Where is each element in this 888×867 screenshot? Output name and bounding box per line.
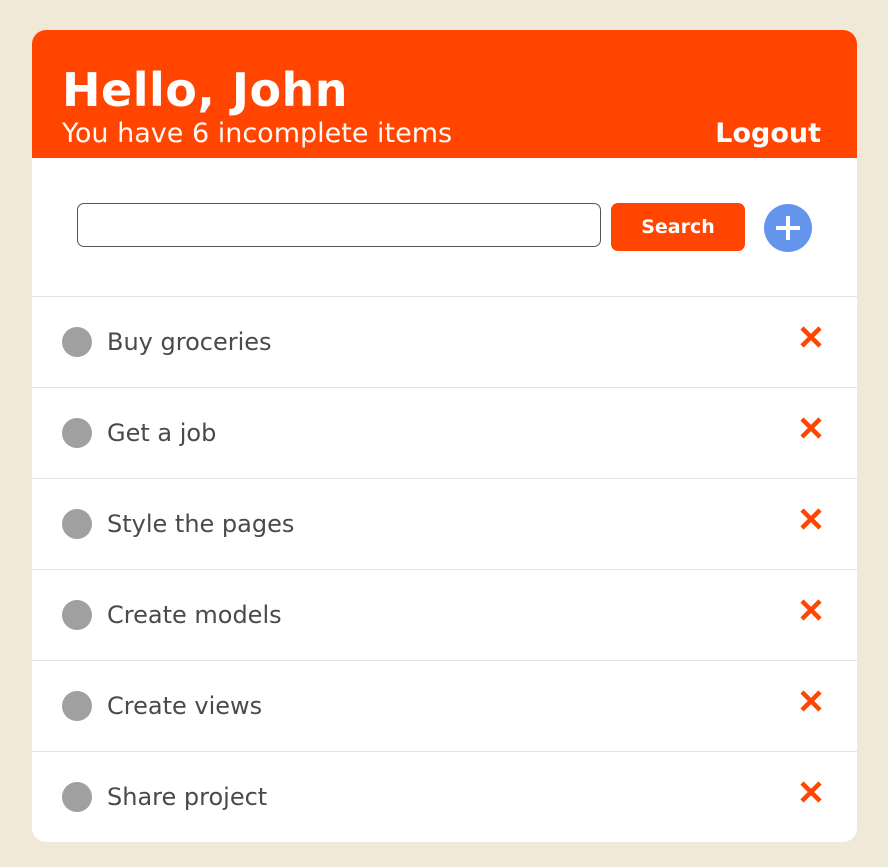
delete-x-icon[interactable]: [799, 507, 823, 531]
todo-label: Style the pages: [107, 510, 295, 538]
circle-icon[interactable]: [62, 782, 92, 812]
todo-item: Create models: [32, 570, 857, 661]
search-button[interactable]: Search: [611, 203, 745, 251]
delete-x-icon[interactable]: [799, 780, 823, 804]
todo-list: Buy groceries Get a job Style the pages …: [32, 297, 857, 842]
todo-item: Create views: [32, 661, 857, 752]
delete-x-icon[interactable]: [799, 689, 823, 713]
circle-icon[interactable]: [62, 600, 92, 630]
todo-item: Style the pages: [32, 479, 857, 570]
circle-icon[interactable]: [62, 691, 92, 721]
circle-icon[interactable]: [62, 509, 92, 539]
todo-label: Get a job: [107, 419, 217, 447]
search-input[interactable]: [77, 203, 601, 247]
delete-x-icon[interactable]: [799, 416, 823, 440]
add-item-button[interactable]: [764, 204, 812, 252]
circle-icon[interactable]: [62, 327, 92, 357]
todo-label: Create views: [107, 692, 263, 720]
page-title: Hello, John: [62, 63, 349, 117]
delete-x-icon[interactable]: [799, 598, 823, 622]
todo-item: Buy groceries: [32, 297, 857, 388]
header: Hello, John You have 6 incomplete items …: [32, 30, 857, 158]
todo-label: Share project: [107, 783, 268, 811]
search-bar: Search: [32, 158, 857, 297]
logout-link[interactable]: Logout: [715, 118, 821, 150]
todo-label: Create models: [107, 601, 282, 629]
todo-item: Get a job: [32, 388, 857, 479]
plus-icon: [776, 216, 800, 240]
incomplete-count-text: You have 6 incomplete items: [62, 118, 453, 149]
todo-item: Share project: [32, 752, 857, 842]
circle-icon[interactable]: [62, 418, 92, 448]
todo-card: Hello, John You have 6 incomplete items …: [32, 30, 857, 842]
todo-label: Buy groceries: [107, 328, 272, 356]
delete-x-icon[interactable]: [799, 325, 823, 349]
